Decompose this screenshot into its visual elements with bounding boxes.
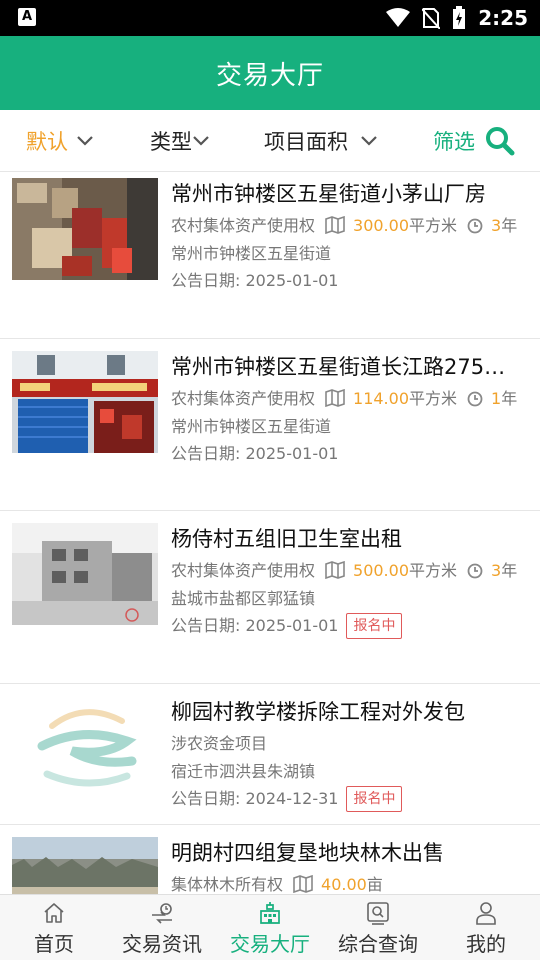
listing-title: 杨侍村五组旧卫生室出租 (171, 527, 402, 551)
nav-query[interactable]: 综合查询 (324, 895, 432, 960)
nav-news[interactable]: 交易资讯 (108, 895, 216, 960)
map-icon (325, 561, 345, 579)
listing-location: 宿迁市泗洪县朱湖镇 (171, 762, 316, 781)
filter-sort-default[interactable]: 默认 (26, 110, 94, 172)
clock-icon (467, 391, 483, 407)
map-icon (325, 216, 345, 234)
listing-list[interactable]: 常州市钟楼区五星街道小茅山厂房 农村集体资产使用权 300.00平方米 3年 常州市… (0, 172, 540, 894)
battery-charging-icon (453, 6, 466, 29)
nav-label: 交易大厅 (230, 932, 310, 956)
listing-location: 盐城市盐都区郭猛镇 (171, 589, 316, 608)
list-item[interactable]: 明朗村四组复垦地块林木出售 集体林木所有权 40.00亩 (0, 825, 540, 894)
filter-area[interactable]: 项目面积 (264, 110, 378, 172)
filter-label: 项目面积 (264, 130, 348, 154)
listing-date: 公告日期: 2025-01-01 (171, 271, 339, 290)
listing-meta: 农村集体资产使用权 500.00平方米 3年 (171, 561, 518, 580)
listing-meta: 农村集体资产使用权 114.00平方米 1年 (171, 389, 518, 408)
filter-screen-button[interactable]: 筛选 (433, 110, 515, 172)
query-icon (367, 902, 389, 925)
list-item[interactable]: 常州市钟楼区五星街道长江路275… 农村集体资产使用权 114.00平方米 1年 常… (0, 339, 540, 511)
list-item[interactable]: 杨侍村五组旧卫生室出租 农村集体资产使用权 500.00平方米 3年 盐城市盐都区郭… (0, 511, 540, 684)
nav-trading-hall[interactable]: 交易大厅 (216, 895, 324, 960)
listing-thumbnail (12, 178, 158, 280)
listing-title: 柳园村教学楼拆除工程对外发包 (171, 700, 465, 724)
nav-home[interactable]: 首页 (0, 895, 108, 960)
news-icon (152, 903, 172, 924)
filter-label: 默认 (26, 130, 68, 154)
clock: 2:25 (478, 6, 528, 30)
chevron-down-icon (193, 136, 209, 146)
clock-icon (467, 218, 483, 234)
listing-thumbnail (12, 351, 158, 453)
filter-bar: 默认 类型 项目面积 筛选 (0, 110, 540, 172)
list-item[interactable]: 常州市钟楼区五星街道小茅山厂房 农村集体资产使用权 300.00平方米 3年 常州市… (0, 172, 540, 339)
nav-label: 交易资讯 (122, 932, 202, 956)
listing-title: 明朗村四组复垦地块林木出售 (171, 841, 444, 865)
chevron-down-icon (77, 136, 93, 146)
nav-label: 我的 (466, 932, 506, 956)
filter-label: 筛选 (433, 130, 475, 154)
status-badge: 报名中 (346, 785, 403, 812)
app-header: 交易大厅 (0, 36, 540, 110)
listing-title: 常州市钟楼区五星街道长江路275… (171, 355, 506, 379)
home-icon (44, 903, 64, 923)
status-badge: 报名中 (346, 612, 403, 639)
clock-icon (467, 563, 483, 579)
bottom-nav: 首页 交易资讯 交易大厅 综合查询 我的 (0, 894, 540, 960)
no-sim-icon (422, 8, 441, 29)
chevron-down-icon (361, 136, 377, 146)
map-icon (293, 875, 313, 893)
status-bar: A 2:25 (0, 0, 540, 36)
nav-label: 首页 (34, 932, 74, 956)
listing-meta: 农村集体资产使用权 300.00平方米 3年 (171, 216, 518, 235)
listing-thumbnail (12, 837, 158, 894)
filter-label: 类型 (150, 130, 192, 154)
hall-icon (260, 902, 280, 924)
search-icon (486, 127, 515, 156)
listing-title: 常州市钟楼区五星街道小茅山厂房 (171, 182, 486, 206)
map-icon (325, 389, 345, 407)
wifi-icon (386, 8, 411, 27)
listing-location: 常州市钟楼区五星街道 (171, 244, 332, 263)
user-icon (476, 902, 496, 925)
listing-location: 常州市钟楼区五星街道 (171, 417, 332, 436)
notification-icon: A (18, 8, 36, 26)
status-icons: 2:25 (386, 0, 528, 36)
listing-date: 公告日期: 2025-01-01 (171, 444, 339, 463)
list-item[interactable]: 柳园村教学楼拆除工程对外发包 涉农资金项目 宿迁市泗洪县朱湖镇 公告日期: 20… (0, 684, 540, 825)
page-title: 交易大厅 (215, 60, 324, 91)
listing-thumbnail (12, 696, 158, 798)
filter-type[interactable]: 类型 (150, 110, 210, 172)
nav-mine[interactable]: 我的 (432, 895, 540, 960)
listing-meta: 涉农资金项目 (171, 734, 268, 753)
listing-meta: 集体林木所有权 40.00亩 (171, 875, 383, 894)
listing-date: 公告日期: 2024-12-31 报名中 (171, 785, 528, 812)
listing-date: 公告日期: 2025-01-01 报名中 (171, 612, 528, 639)
nav-label: 综合查询 (338, 932, 418, 956)
listing-thumbnail (12, 523, 158, 625)
